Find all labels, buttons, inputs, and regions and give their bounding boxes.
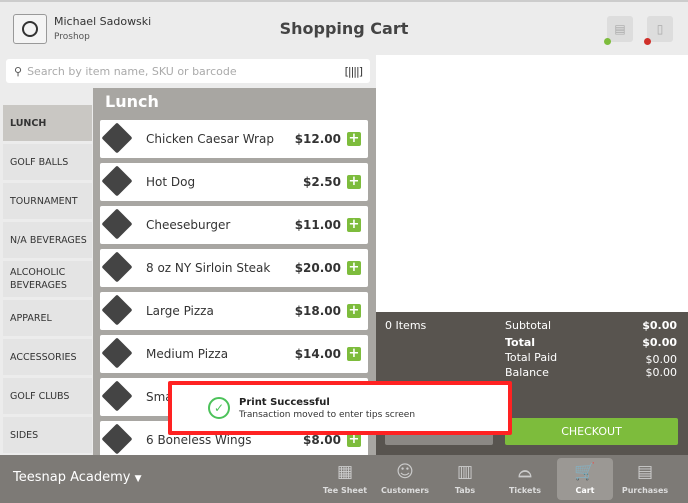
nav-cart[interactable]: 🛒 Cart	[557, 458, 613, 500]
printer-status-dot	[604, 38, 611, 45]
location-label: Teesnap Academy	[13, 470, 131, 485]
product-price: $2.50	[303, 175, 341, 189]
nav-tabs[interactable]: ▥ Tabs	[437, 458, 493, 500]
drawer-icon: ▯	[656, 22, 664, 36]
product-item[interactable]: Medium Pizza $14.00 +	[100, 335, 368, 373]
add-icon[interactable]: +	[347, 347, 361, 361]
category-sides[interactable]: SIDES	[3, 417, 92, 453]
category-lunch[interactable]: LUNCH	[3, 105, 92, 141]
product-name: Large Pizza	[146, 304, 214, 318]
category-alcoholic-beverages[interactable]: ALCOHOLIC BEVERAGES	[3, 261, 92, 297]
category-tournament[interactable]: TOURNAMENT	[3, 183, 92, 219]
cart-icon: 🛒	[574, 462, 596, 482]
nav-tee-sheet[interactable]: ▦ Tee Sheet	[317, 458, 373, 500]
search-placeholder: Search by item name, SKU or barcode	[27, 64, 237, 78]
nav-tickets[interactable]: ⌓ Tickets	[497, 458, 553, 500]
category-list: LUNCH GOLF BALLS TOURNAMENT N/A BEVERAGES AL…	[3, 105, 92, 456]
add-icon[interactable]: +	[347, 304, 361, 318]
register-icon: ▤	[636, 462, 654, 482]
price-tag-icon	[102, 381, 138, 413]
header: Michael Sadowski Proshop Shopping Cart ▤…	[0, 0, 688, 55]
paid-value: $0.00	[645, 353, 678, 366]
caret-down-icon: ▼	[134, 474, 142, 484]
cart-area	[376, 55, 688, 312]
product-name: 6 Boneless Wings	[146, 433, 252, 447]
product-price: $20.00	[294, 261, 341, 275]
category-apparel[interactable]: APPAREL	[3, 300, 92, 336]
location-selector[interactable]: Teesnap Academy ▼	[13, 470, 142, 485]
nav-label: Tickets	[508, 486, 542, 495]
item-count: 0 Items	[385, 319, 427, 332]
price-tag-icon	[102, 338, 138, 370]
product-name: Chicken Caesar Wrap	[146, 132, 274, 146]
nav-label: Tee Sheet	[322, 486, 368, 495]
barcode-icon[interactable]: [||||]	[345, 65, 363, 78]
panel-title: Lunch	[105, 92, 159, 111]
add-icon[interactable]: +	[347, 261, 361, 275]
toast-message: Transaction moved to enter tips screen	[239, 410, 416, 420]
price-tag-icon	[102, 123, 138, 155]
nav-label: Tabs	[454, 486, 476, 495]
nav-purchases[interactable]: ▤ Purchases	[617, 458, 673, 500]
add-icon[interactable]: +	[347, 218, 361, 232]
total-value: $0.00	[642, 336, 677, 349]
price-tag-icon	[102, 166, 138, 198]
product-price: $18.00	[294, 304, 341, 318]
search-icon: ⚲	[14, 64, 23, 78]
product-item[interactable]: Cheeseburger $11.00 +	[100, 206, 368, 244]
subtotal-value: $0.00	[642, 319, 677, 332]
product-item[interactable]: Large Pizza $18.00 +	[100, 292, 368, 330]
balance-label: Balance	[505, 366, 549, 379]
product-price: $11.00	[294, 218, 341, 232]
product-item[interactable]: Hot Dog $2.50 +	[100, 163, 368, 201]
drawer-status-dot	[644, 38, 651, 45]
product-name: Hot Dog	[146, 175, 196, 189]
category-golf-clubs[interactable]: GOLF CLUBS	[3, 378, 92, 414]
product-name: Medium Pizza	[146, 347, 229, 361]
balance-value: $0.00	[645, 366, 678, 379]
product-item[interactable]: Chicken Caesar Wrap $12.00 +	[100, 120, 368, 158]
add-icon[interactable]: +	[347, 433, 361, 447]
subtotal-label: Subtotal	[505, 319, 552, 332]
product-name: 8 oz NY Sirloin Steak	[146, 261, 271, 275]
product-item[interactable]: 8 oz NY Sirloin Steak $20.00 +	[100, 249, 368, 287]
bottom-nav: Teesnap Academy ▼ ▦ Tee Sheet ☺ Customers ▥ T…	[0, 455, 688, 503]
users-icon: ☺	[396, 462, 414, 482]
nav-customers[interactable]: ☺ Customers	[377, 458, 433, 500]
checkout-button[interactable]: CHECKOUT	[505, 418, 678, 445]
nav-label: Cart	[575, 486, 595, 495]
product-price: $12.00	[294, 132, 341, 146]
product-price: $14.00	[294, 347, 341, 361]
category-accessories[interactable]: ACCESSORIES	[3, 339, 92, 375]
paid-label: Total Paid	[505, 351, 558, 364]
add-icon[interactable]: +	[347, 132, 361, 146]
tabs-icon: ▥	[456, 462, 474, 482]
nav-label: Purchases	[621, 486, 669, 495]
add-icon[interactable]: +	[347, 175, 361, 189]
price-tag-icon	[102, 295, 138, 327]
page-title: Shopping Cart	[279, 19, 409, 38]
category-golf-balls[interactable]: GOLF BALLS	[3, 144, 92, 180]
bell-icon: ⌓	[518, 462, 532, 482]
price-tag-icon	[102, 252, 138, 284]
toast-notification: ✓ Print Successful Transaction moved to …	[168, 381, 512, 435]
check-circle-icon: ✓	[208, 397, 230, 419]
cash-drawer-button[interactable]: ▯	[647, 16, 673, 42]
price-tag-icon	[102, 209, 138, 241]
calendar-icon: ▦	[336, 462, 354, 482]
product-price: $8.00	[303, 433, 341, 447]
toast-title: Print Successful	[239, 397, 330, 408]
printer-button[interactable]: ▤	[607, 16, 633, 42]
total-label: Total	[505, 336, 536, 349]
price-tag-icon	[102, 424, 138, 455]
printer-icon: ▤	[614, 22, 626, 36]
nav-label: Customers	[380, 486, 430, 495]
category-n-a-beverages[interactable]: N/A BEVERAGES	[3, 222, 92, 258]
search-input[interactable]: ⚲ Search by item name, SKU or barcode [|…	[6, 59, 370, 83]
product-name: Cheeseburger	[146, 218, 231, 232]
